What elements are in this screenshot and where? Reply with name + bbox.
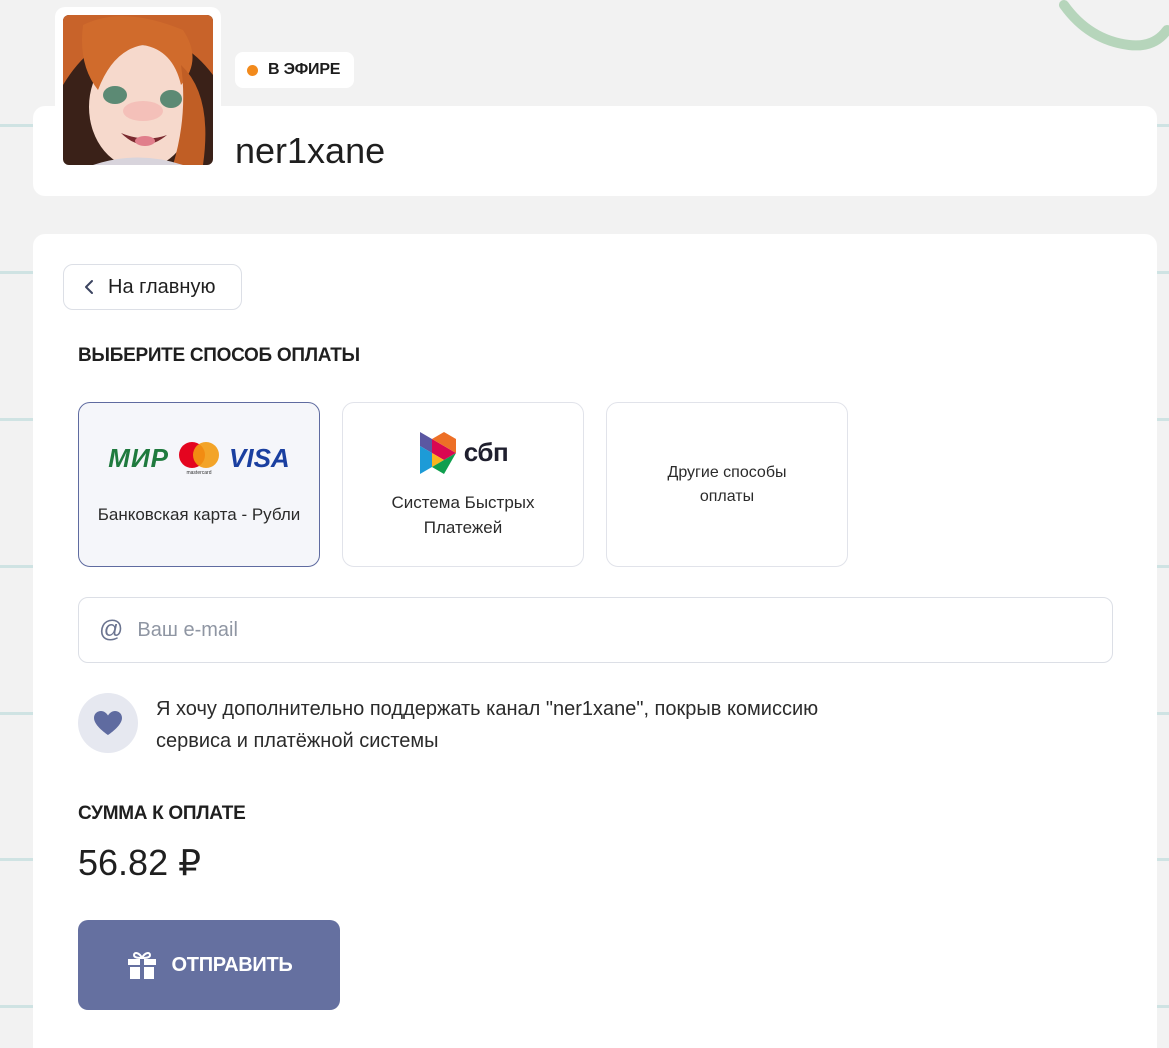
- amount-title: СУММА К ОПЛАТЕ: [78, 803, 246, 824]
- background-decoration: [1059, 0, 1169, 51]
- payment-option-label-line2: оплаты: [699, 487, 755, 505]
- live-status-badge: В ЭФИРЕ: [235, 52, 354, 88]
- payment-option-label-line1: Другие способы: [667, 463, 787, 481]
- submit-button[interactable]: ОТПРАВИТЬ: [78, 920, 340, 1010]
- gift-icon: [127, 952, 156, 979]
- sbp-logo-text: сбп: [463, 437, 509, 467]
- at-icon: @: [99, 616, 124, 643]
- payment-option-bank-card[interactable]: МИР mastercard VISA Банковская карта - Р…: [78, 402, 320, 567]
- amount-value: 56.82 ₽: [78, 842, 201, 883]
- payment-option-sbp[interactable]: сбп Система Быстрых Платежей: [342, 402, 584, 567]
- mastercard-logo: mastercard: [179, 442, 219, 476]
- heart-icon: [94, 711, 122, 735]
- avatar: [63, 15, 213, 165]
- payment-option-other[interactable]: Другие способы оплаты: [606, 402, 848, 567]
- mir-logo: МИР: [108, 442, 169, 473]
- card-logos: МИР mastercard VISA: [108, 442, 290, 476]
- sbp-logo: сбп: [418, 430, 509, 476]
- back-button-label: На главную: [108, 275, 216, 298]
- email-field[interactable]: @: [78, 597, 1113, 663]
- avatar-frame: [55, 7, 221, 173]
- visa-logo: VISA: [229, 442, 290, 473]
- submit-button-label: ОТПРАВИТЬ: [171, 953, 293, 976]
- sbp-icon: [419, 431, 456, 474]
- payment-option-label: Банковская карта - Рубли: [97, 505, 301, 524]
- live-badge-label: В ЭФИРЕ: [268, 61, 341, 78]
- channel-name: ner1xane: [235, 130, 386, 171]
- live-dot-icon: [247, 64, 258, 76]
- back-to-home-button[interactable]: На главную: [63, 264, 242, 310]
- support-text: Я хочу дополнительно поддержать канал "n…: [156, 698, 819, 752]
- email-input[interactable]: [137, 618, 1038, 642]
- payment-option-label-line1: Система Быстрых: [391, 492, 535, 512]
- payment-option-label-line2: Платежей: [423, 517, 503, 537]
- support-toggle[interactable]: [78, 693, 138, 753]
- payment-method-title: ВЫБЕРИТЕ СПОСОБ ОПЛАТЫ: [78, 345, 360, 366]
- chevron-left-icon: [85, 280, 93, 294]
